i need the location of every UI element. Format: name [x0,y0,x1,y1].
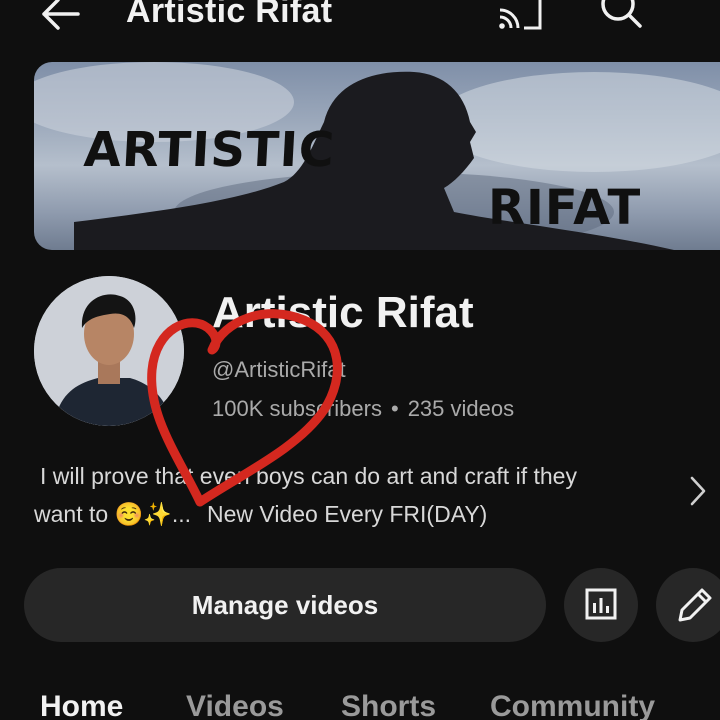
subscriber-count: 100K subscribers [212,396,382,421]
channel-banner: ARTISTIC RIFAT [34,62,720,250]
analytics-icon [585,588,617,620]
cast-icon[interactable] [496,0,544,32]
channel-stats: 100K subscribers • 235 videos [212,396,514,422]
channel-handle: @ArtisticRifat [212,357,346,382]
tab-videos[interactable]: Videos [186,690,284,720]
channel-description[interactable]: I will prove that even boys can do art a… [34,457,654,533]
back-arrow-icon[interactable] [38,0,82,32]
tab-home[interactable]: Home [40,690,123,720]
channel-name: Artistic Rifat [212,288,474,337]
tab-shorts[interactable]: Shorts [341,690,436,720]
chevron-right-icon[interactable] [684,474,712,508]
channel-avatar[interactable] [34,276,184,426]
description-more: New Video Every FRI(DAY) [207,501,488,527]
description-line-1: I will prove that even boys can do art a… [40,463,577,489]
description-line-2: want to ☺️✨... [34,501,191,527]
banner-text-artistic: ARTISTIC [82,122,337,178]
stats-separator: • [390,396,399,421]
banner-text-rifat: RIFAT [488,180,642,236]
manage-videos-button[interactable]: Manage videos [24,568,546,642]
page-title: Artistic Rifat [126,0,333,30]
edit-channel-button[interactable] [656,568,720,642]
channel-tabs: Home Videos Shorts Community [0,690,720,720]
avatar-photo [34,276,184,426]
pencil-icon [678,588,712,622]
tab-community[interactable]: Community [490,690,655,720]
analytics-button[interactable] [564,568,638,642]
video-count: 235 videos [407,396,515,421]
top-app-bar: Artistic Rifat [0,0,720,40]
search-icon[interactable] [598,0,644,32]
